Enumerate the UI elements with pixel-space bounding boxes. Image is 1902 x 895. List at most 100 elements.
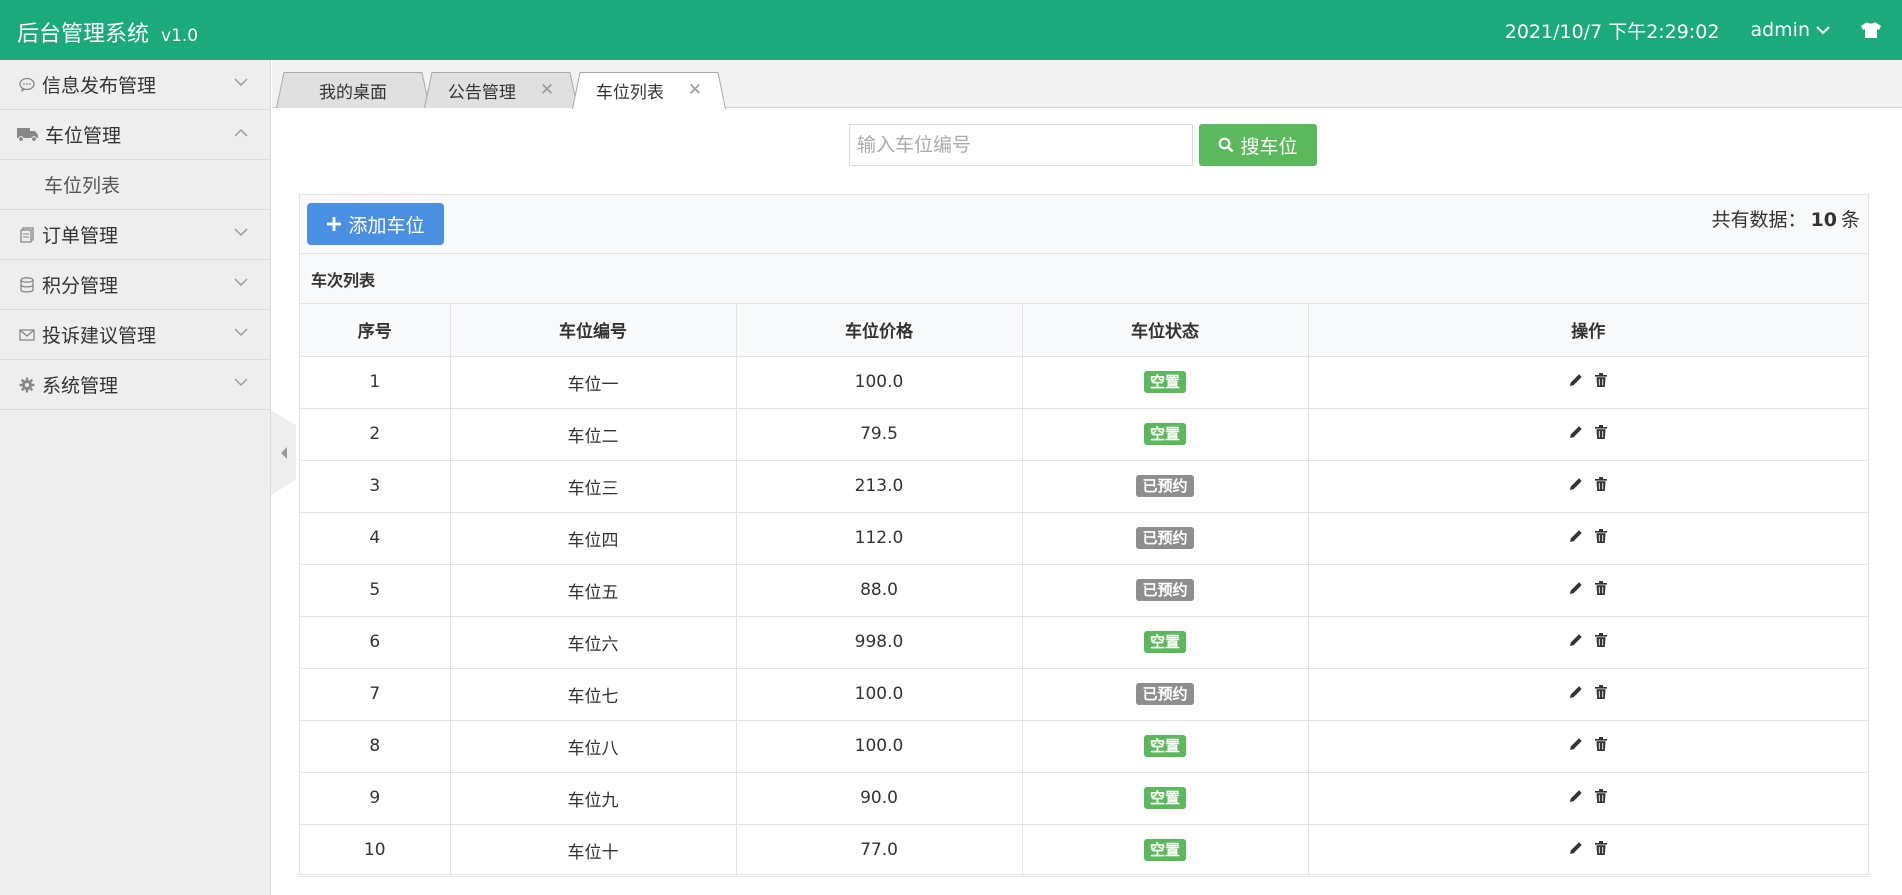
cell-no: 9 [300, 772, 451, 825]
chevron-up-icon [234, 129, 248, 137]
sidebar-subitem-parking-list[interactable]: 车位列表 [0, 160, 270, 210]
cell-ops [1308, 356, 1868, 409]
cell-price: 100.0 [736, 668, 1023, 721]
sidebar-item-label: 积分管理 [42, 275, 119, 297]
sidebar-item-label: 投诉建议管理 [42, 325, 157, 347]
trash-icon[interactable] [1595, 685, 1608, 699]
close-icon[interactable]: ✕ [688, 80, 702, 100]
sidebar-item-label: 订单管理 [42, 225, 119, 247]
trash-icon[interactable] [1595, 529, 1608, 543]
edit-icon[interactable] [1569, 737, 1583, 751]
parking-table: 序号 车位编号 车位价格 车位状态 操作 1 车位一 100.0 空置 2 车位二 79.5… [300, 304, 1868, 877]
edit-icon[interactable] [1569, 581, 1583, 595]
cell-no: 8 [300, 720, 451, 773]
tab-label: 公告管理 [447, 82, 516, 103]
datetime-display: 2021/10/7 下午2:29:02 [1504, 20, 1720, 43]
search-input[interactable] [849, 124, 1193, 166]
trash-icon[interactable] [1595, 581, 1608, 595]
cell-no: 1 [300, 356, 451, 409]
list-title: 车次列表 [300, 254, 1868, 304]
trash-icon[interactable] [1595, 789, 1608, 803]
top-header: 后台管理系统 v1.0 2021/10/7 下午2:29:02 admin [0, 0, 1902, 60]
user-menu[interactable]: admin [1750, 19, 1830, 41]
table-row: 3 车位三 213.0 已预约 [300, 460, 1868, 513]
sidebar-item-label: 信息发布管理 [42, 75, 157, 97]
caret-left-icon [280, 446, 287, 459]
status-badge: 空置 [1143, 839, 1186, 861]
chevron-down-icon [234, 378, 248, 386]
status-badge: 空置 [1143, 631, 1186, 653]
sidebar-collapse-handle[interactable] [271, 410, 296, 495]
status-badge: 空置 [1143, 371, 1186, 393]
brand: 后台管理系统 v1.0 [17, 16, 198, 48]
status-badge: 空置 [1143, 735, 1186, 757]
table-row: 10 车位十 77.0 空置 [300, 824, 1868, 877]
sidebar-item-info[interactable]: 信息发布管理 [0, 60, 270, 110]
sidebar-item-label: 车位管理 [45, 125, 122, 147]
trash-icon[interactable] [1595, 737, 1608, 751]
sidebar-item-orders[interactable]: 订单管理 [0, 210, 270, 260]
column-header: 车位编号 [450, 304, 737, 357]
count-value: 10 [1810, 209, 1837, 231]
table-row: 4 车位四 112.0 已预约 [300, 512, 1868, 565]
trash-icon[interactable] [1595, 633, 1608, 647]
username: admin [1750, 19, 1810, 41]
cell-price: 79.5 [736, 408, 1023, 461]
edit-icon[interactable] [1569, 529, 1583, 543]
cell-code: 车位十 [450, 824, 737, 877]
tab-parking-list[interactable]: 车位列表 ✕ [572, 72, 726, 109]
add-button-label: 添加车位 [348, 214, 425, 237]
cell-code: 车位五 [450, 564, 737, 617]
truck-icon [17, 127, 39, 143]
skin-icon[interactable] [1860, 21, 1882, 39]
edit-icon[interactable] [1569, 373, 1583, 387]
cell-ops [1308, 616, 1868, 669]
cell-code: 车位六 [450, 616, 737, 669]
trash-icon[interactable] [1595, 841, 1608, 855]
cell-status: 空置 [1022, 616, 1309, 669]
cell-status: 空置 [1022, 408, 1309, 461]
sidebar-item-complaints[interactable]: 投诉建议管理 [0, 310, 270, 360]
column-header: 车位价格 [736, 304, 1023, 357]
envelope-icon [19, 327, 35, 343]
cell-price: 112.0 [736, 512, 1023, 565]
tab-label: 车位列表 [595, 82, 664, 103]
sidebar-item-parking[interactable]: 车位管理 [0, 110, 270, 160]
edit-icon[interactable] [1569, 841, 1583, 855]
cell-status: 已预约 [1022, 460, 1309, 513]
chevron-down-icon [234, 78, 248, 86]
trash-icon[interactable] [1595, 373, 1608, 387]
add-parking-button[interactable]: 添加车位 [307, 203, 444, 245]
sidebar: 信息发布管理 车位管理 车位列表 订单管理 积分管理 投诉建议管理 系统管理 [0, 60, 271, 895]
tab-announcement[interactable]: 公告管理 ✕ [424, 72, 578, 108]
table-row: 5 车位五 88.0 已预约 [300, 564, 1868, 617]
cell-status: 已预约 [1022, 512, 1309, 565]
cell-price: 90.0 [736, 772, 1023, 825]
cell-code: 车位四 [450, 512, 737, 565]
edit-icon[interactable] [1569, 425, 1583, 439]
cell-code: 车位九 [450, 772, 737, 825]
search-button[interactable]: 搜车位 [1199, 124, 1317, 166]
trash-icon[interactable] [1595, 425, 1608, 439]
sidebar-item-system[interactable]: 系统管理 [0, 360, 270, 410]
close-icon[interactable]: ✕ [540, 80, 554, 100]
table-row: 8 车位八 100.0 空置 [300, 720, 1868, 773]
cell-code: 车位二 [450, 408, 737, 461]
sidebar-item-points[interactable]: 积分管理 [0, 260, 270, 310]
database-icon [19, 276, 35, 293]
search-icon [1219, 137, 1234, 153]
gear-icon [19, 377, 35, 393]
table-header-row: 序号 车位编号 车位价格 车位状态 操作 [300, 304, 1868, 357]
edit-icon[interactable] [1569, 477, 1583, 491]
cell-code: 车位七 [450, 668, 737, 721]
edit-icon[interactable] [1569, 685, 1583, 699]
edit-icon[interactable] [1569, 633, 1583, 647]
cell-code: 车位三 [450, 460, 737, 513]
cell-ops [1308, 824, 1868, 877]
cell-code: 车位八 [450, 720, 737, 773]
tab-desktop[interactable]: 我的桌面 [276, 72, 430, 108]
search-button-label: 搜车位 [1240, 135, 1298, 158]
trash-icon[interactable] [1595, 477, 1608, 491]
cell-status: 已预约 [1022, 564, 1309, 617]
edit-icon[interactable] [1569, 789, 1583, 803]
